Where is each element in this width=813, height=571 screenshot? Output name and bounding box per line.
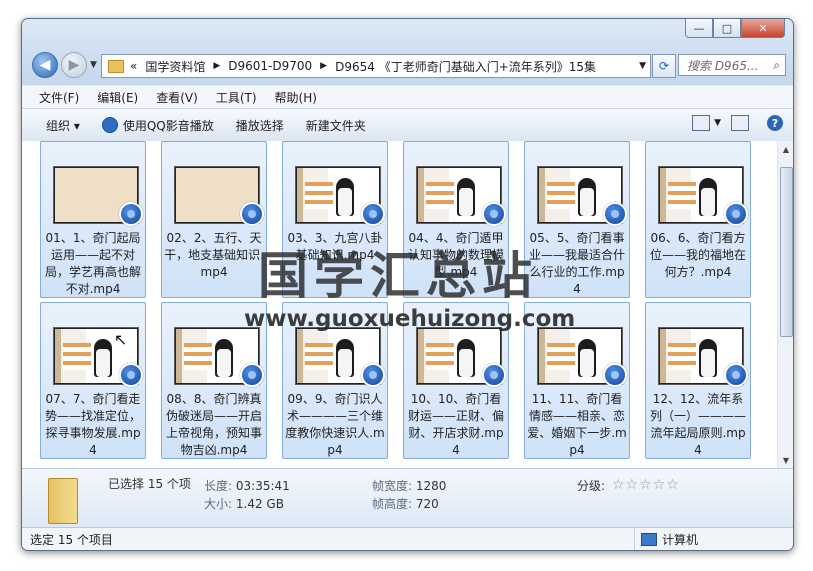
preview-pane-icon[interactable]: [731, 115, 749, 131]
qq-video-badge-icon: [482, 202, 506, 226]
file-name: 05、5、奇门看事业——我最适合什么行业的工作.mp4: [528, 231, 625, 296]
command-bar: 组织 ▾ 使用QQ影音播放 播放选择 新建文件夹 ▼ ?: [22, 108, 793, 142]
breadcrumb-item[interactable]: D9601-D9700: [228, 59, 312, 73]
rating-stars[interactable]: ☆☆☆☆☆: [612, 477, 680, 493]
status-bar: 选定 15 个项目 计算机: [22, 527, 793, 550]
file-name: 02、2、五行、天干，地支基础知识.mp4: [164, 231, 264, 279]
back-button[interactable]: ◀: [32, 52, 58, 78]
frame-height-row: 帧高度: 720: [372, 495, 439, 512]
qq-player-icon: [101, 117, 118, 133]
file-name: 06、6、奇门看方位——我的福地在何方？.mp4: [649, 231, 746, 279]
menu-edit[interactable]: 编辑(E): [97, 89, 138, 106]
search-icon[interactable]: ⌕: [773, 58, 780, 73]
selected-count: 已选择 15 个项: [108, 477, 191, 491]
file-name: 10、10、奇门看财运——正财、偏财、开店求财.mp4: [407, 392, 504, 457]
close-button[interactable]: ✕: [741, 19, 785, 38]
size-value: 1.42 GB: [235, 497, 284, 511]
play-selection-button[interactable]: 播放选择: [236, 117, 284, 134]
caption-buttons: — □ ✕: [685, 19, 785, 38]
breadcrumb-item[interactable]: D9654 《丁老师奇门基础入门+流年系列》15集: [335, 58, 596, 75]
status-selection-text: 选定 15 个项目: [30, 532, 113, 547]
qq-video-badge-icon: [240, 202, 264, 226]
status-location: 计算机: [634, 528, 698, 550]
qq-video-badge-icon: [119, 363, 143, 387]
scroll-down-icon[interactable]: ▼: [778, 452, 793, 468]
qq-video-badge-icon: [603, 363, 627, 387]
qq-video-badge-icon: [119, 202, 143, 226]
computer-icon: [641, 532, 657, 546]
file-name: 08、8、奇门辨真伪破迷局——开启上帝视角，预知事物吉凶.mp4: [165, 392, 262, 457]
file-name: 01、1、奇门起局运用——起不对局，学艺再高也解不对.mp4: [44, 231, 141, 296]
mouse-cursor-icon: ↖: [114, 330, 128, 349]
search-placeholder: 搜索 D965...: [687, 58, 759, 73]
help-icon[interactable]: ?: [767, 115, 783, 131]
qq-video-badge-icon: [603, 202, 627, 226]
qq-video-badge-icon: [724, 363, 748, 387]
file-name: 09、9、奇门识人术————三个维度教你快速识人.mp4: [285, 392, 385, 457]
details-pane: 已选择 15 个项 长度: 03:35:41 大小: 1.42 GB 帧宽度: …: [22, 468, 793, 529]
qq-video-badge-icon: [240, 363, 264, 387]
folder-icon: [108, 59, 124, 73]
frame-width-row: 帧宽度: 1280: [372, 477, 446, 494]
scroll-thumb[interactable]: [780, 167, 793, 337]
file-name: 07、7、奇门看走势——找准定位，探寻事物发展.mp4: [44, 392, 141, 457]
file-name: 12、12、流年系列（一）————流年起局原则.mp4: [649, 392, 746, 457]
organize-button[interactable]: 组织 ▾: [46, 117, 80, 134]
menu-file[interactable]: 文件(F): [39, 89, 79, 106]
address-bar[interactable]: « 国学资料馆 ▶ D9601-D9700 ▶ D9654 《丁老师奇门基础入门…: [101, 54, 651, 78]
menu-view[interactable]: 查看(V): [156, 89, 198, 106]
rating-label: 分级:: [577, 479, 606, 493]
menu-bar: 文件(F) 编辑(E) 查看(V) 工具(T) 帮助(H): [22, 85, 793, 108]
file-tile[interactable]: 07、7、奇门看走势——找准定位，探寻事物发展.mp4: [40, 302, 146, 459]
frame-height-label: 帧高度:: [372, 497, 413, 511]
length-row: 长度: 03:35:41: [204, 477, 290, 494]
breadcrumb-separator-icon[interactable]: ▶: [213, 61, 220, 71]
breadcrumb-item[interactable]: 国学资料馆: [145, 58, 205, 75]
file-tile[interactable]: 02、2、五行、天干，地支基础知识.mp4: [161, 141, 267, 298]
length-value: 03:35:41: [235, 479, 290, 493]
forward-button[interactable]: ▶: [61, 52, 87, 78]
recent-pages-dropdown[interactable]: ▼: [90, 60, 97, 70]
file-tile[interactable]: 05、5、奇门看事业——我最适合什么行业的工作.mp4: [524, 141, 630, 298]
qq-video-badge-icon: [482, 363, 506, 387]
file-name: 11、11、奇门看情感——相亲、恋爱、婚姻下一步.mp4: [527, 392, 627, 457]
size-label: 大小:: [204, 497, 233, 511]
navigation-buttons: ◀ ▶ ▼: [32, 52, 97, 78]
view-options-icon[interactable]: [692, 115, 711, 131]
menu-tools[interactable]: 工具(T): [216, 89, 257, 106]
watermark-title: 国学汇总站: [258, 247, 538, 305]
breadcrumb-overflow[interactable]: «: [130, 59, 137, 73]
frame-width-value: 1280: [415, 479, 447, 493]
qq-video-badge-icon: [724, 202, 748, 226]
refresh-button[interactable]: ⟳: [652, 54, 676, 78]
file-tile[interactable]: 01、1、奇门起局运用——起不对局，学艺再高也解不对.mp4: [40, 141, 146, 298]
watermark-url: www.guoxuehuizong.com: [244, 306, 576, 332]
maximize-button[interactable]: □: [713, 19, 741, 38]
file-tile[interactable]: 06、6、奇门看方位——我的福地在何方？.mp4: [645, 141, 751, 298]
breadcrumb-separator-icon[interactable]: ▶: [320, 61, 327, 71]
view-dropdown-icon[interactable]: ▼: [714, 118, 721, 128]
selection-folder-icon: [48, 478, 78, 524]
qq-video-badge-icon: [361, 363, 385, 387]
vertical-scrollbar[interactable]: ▲ ▼: [777, 141, 793, 468]
search-input[interactable]: 搜索 D965... ⌕: [678, 54, 786, 76]
minimize-button[interactable]: —: [685, 19, 713, 38]
file-tile[interactable]: 12、12、流年系列（一）————流年起局原则.mp4: [645, 302, 751, 459]
menu-help[interactable]: 帮助(H): [275, 89, 317, 106]
address-dropdown-icon[interactable]: ▼: [639, 61, 646, 71]
scroll-up-icon[interactable]: ▲: [778, 141, 793, 157]
qq-video-badge-icon: [361, 202, 385, 226]
qq-play-button[interactable]: 使用QQ影音播放: [101, 117, 214, 134]
frame-width-label: 帧宽度:: [372, 479, 413, 493]
size-row: 大小: 1.42 GB: [204, 495, 284, 512]
length-label: 长度:: [204, 479, 233, 493]
new-folder-button[interactable]: 新建文件夹: [306, 117, 366, 134]
qq-play-label: 使用QQ影音播放: [122, 118, 214, 133]
toolbar-right: ▼ ?: [682, 115, 783, 131]
frame-height-value: 720: [415, 497, 439, 511]
status-location-label: 计算机: [662, 532, 699, 547]
